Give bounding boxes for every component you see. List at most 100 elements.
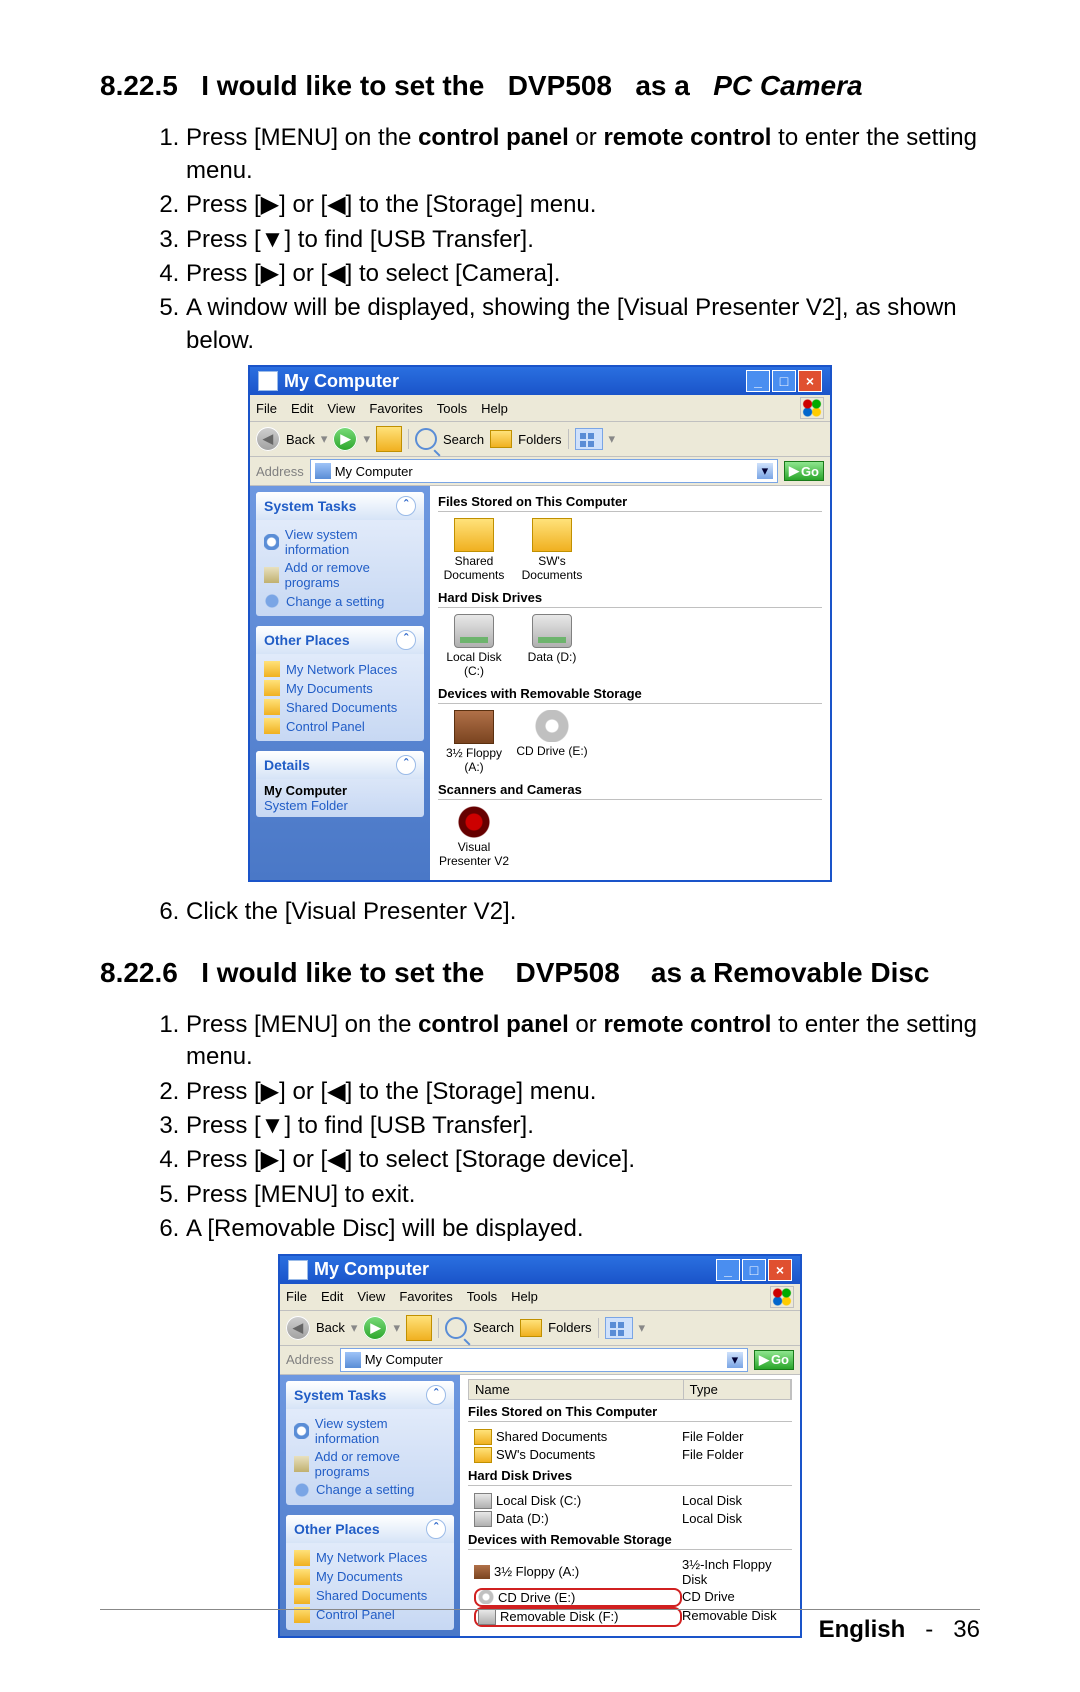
side-link[interactable]: My Network Places bbox=[264, 661, 416, 677]
floppy-icon bbox=[454, 710, 494, 744]
collapse-icon[interactable]: ˆ bbox=[396, 496, 416, 516]
address-bar[interactable]: Address My Computer ▾ ▶ Go bbox=[280, 1346, 800, 1375]
menu-item-edit[interactable]: Edit bbox=[291, 401, 313, 416]
side-link[interactable]: Shared Documents bbox=[264, 699, 416, 715]
menu-item-tools[interactable]: Tools bbox=[437, 401, 467, 416]
views-button[interactable] bbox=[575, 428, 603, 450]
menu-item-tools[interactable]: Tools bbox=[467, 1289, 497, 1304]
address-value: My Computer bbox=[365, 1352, 443, 1367]
table-row[interactable]: SW's DocumentsFile Folder bbox=[468, 1446, 792, 1464]
content-pane-details[interactable]: Name Type Files Stored on This Computer … bbox=[460, 1375, 800, 1636]
address-dropdown-icon[interactable]: ▾ bbox=[727, 1352, 743, 1368]
titlebar[interactable]: My Computer _ □ × bbox=[250, 367, 830, 395]
forward-button[interactable]: ▶ bbox=[333, 427, 357, 451]
list-header[interactable]: Name Type bbox=[468, 1379, 792, 1400]
step-item: Press [▼] to find [USB Transfer]. bbox=[186, 224, 980, 256]
side-link[interactable]: My Documents bbox=[264, 680, 416, 696]
menu-item-help[interactable]: Help bbox=[481, 401, 508, 416]
side-link[interactable]: Add or remove programs bbox=[294, 1449, 446, 1479]
menu-item-edit[interactable]: Edit bbox=[321, 1289, 343, 1304]
col-name[interactable]: Name bbox=[469, 1380, 684, 1399]
menu-bar[interactable]: File Edit View Favorites Tools Help bbox=[280, 1284, 800, 1311]
side-link[interactable]: View system information bbox=[264, 527, 416, 557]
go-button[interactable]: ▶ Go bbox=[754, 1350, 794, 1370]
sec-model: DVP508 bbox=[508, 70, 612, 101]
list-item[interactable]: Shared Documents bbox=[438, 518, 510, 582]
address-value: My Computer bbox=[335, 464, 413, 479]
toolbar[interactable]: ◀ Back ▾ ▶ ▾ Search Folders ▾ bbox=[250, 422, 830, 457]
table-row[interactable]: Data (D:)Local Disk bbox=[468, 1510, 792, 1528]
side-link[interactable]: My Documents bbox=[294, 1569, 446, 1585]
search-label[interactable]: Search bbox=[473, 1320, 514, 1335]
folders-label[interactable]: Folders bbox=[518, 432, 561, 447]
back-button[interactable]: ◀ bbox=[286, 1316, 310, 1340]
table-row[interactable]: 3½ Floppy (A:)3½-Inch Floppy Disk bbox=[468, 1556, 792, 1588]
address-bar[interactable]: Address My Computer ▾ ▶ Go bbox=[250, 457, 830, 486]
steps-8-22-5-cont: Click the [Visual Presenter V2]. bbox=[156, 896, 980, 928]
list-item[interactable]: Data (D:) bbox=[516, 614, 588, 678]
forward-button[interactable]: ▶ bbox=[363, 1316, 387, 1340]
maximize-button[interactable]: □ bbox=[772, 370, 796, 392]
side-link[interactable]: Add or remove programs bbox=[264, 560, 416, 590]
side-link[interactable]: Change a setting bbox=[264, 593, 416, 609]
table-row[interactable]: CD Drive (E:)CD Drive bbox=[468, 1588, 792, 1607]
side-link[interactable]: Change a setting bbox=[294, 1482, 446, 1498]
table-row[interactable]: Local Disk (C:)Local Disk bbox=[468, 1492, 792, 1510]
menu-item-view[interactable]: View bbox=[357, 1289, 385, 1304]
minimize-button[interactable]: _ bbox=[716, 1259, 740, 1281]
link-icon bbox=[294, 1569, 310, 1585]
back-label: Back bbox=[286, 432, 315, 447]
menu-item-file[interactable]: File bbox=[256, 401, 277, 416]
up-button[interactable] bbox=[376, 426, 402, 452]
content-pane[interactable]: Files Stored on This Computer Shared Doc… bbox=[430, 486, 830, 880]
back-button[interactable]: ◀ bbox=[256, 427, 280, 451]
minimize-button[interactable]: _ bbox=[746, 370, 770, 392]
list-item[interactable]: 3½ Floppy (A:) bbox=[438, 710, 510, 774]
side-link[interactable]: View system information bbox=[294, 1416, 446, 1446]
collapse-icon[interactable]: ˆ bbox=[396, 755, 416, 775]
menu-item-favorites[interactable]: Favorites bbox=[369, 401, 422, 416]
other-places-header[interactable]: Other Places bbox=[294, 1521, 380, 1537]
toolbar[interactable]: ◀ Back ▾ ▶ ▾ Search Folders ▾ bbox=[280, 1311, 800, 1346]
system-tasks-header[interactable]: System Tasks bbox=[264, 498, 356, 514]
drive-icon bbox=[454, 614, 494, 648]
list-item[interactable]: Visual Presenter V2 bbox=[438, 806, 510, 868]
address-dropdown-icon[interactable]: ▾ bbox=[757, 463, 773, 479]
titlebar[interactable]: My Computer _ □ × bbox=[280, 1256, 800, 1284]
address-label: Address bbox=[286, 1352, 334, 1367]
list-item[interactable]: SW's Documents bbox=[516, 518, 588, 582]
sec-model: DVP508 bbox=[515, 957, 619, 988]
close-button[interactable]: × bbox=[798, 370, 822, 392]
system-tasks-header[interactable]: System Tasks bbox=[294, 1387, 386, 1403]
go-button[interactable]: ▶ Go bbox=[784, 461, 824, 481]
list-item[interactable]: Local Disk (C:) bbox=[438, 614, 510, 678]
up-button[interactable] bbox=[406, 1315, 432, 1341]
search-label[interactable]: Search bbox=[443, 432, 484, 447]
menu-item-view[interactable]: View bbox=[327, 401, 355, 416]
close-button[interactable]: × bbox=[768, 1259, 792, 1281]
collapse-icon[interactable]: ˆ bbox=[396, 630, 416, 650]
row-icon bbox=[478, 1590, 494, 1604]
side-link[interactable]: Shared Documents bbox=[294, 1588, 446, 1604]
link-label: Change a setting bbox=[316, 1482, 414, 1497]
details-title: My Computer bbox=[264, 783, 416, 798]
collapse-icon[interactable]: ˆ bbox=[426, 1519, 446, 1539]
details-header[interactable]: Details bbox=[264, 757, 310, 773]
cd-icon bbox=[533, 710, 571, 742]
steps-8-22-6: Press [MENU] on the control panel or rem… bbox=[156, 1009, 980, 1246]
other-places-header[interactable]: Other Places bbox=[264, 632, 350, 648]
menu-item-help[interactable]: Help bbox=[511, 1289, 538, 1304]
col-type[interactable]: Type bbox=[684, 1380, 791, 1399]
list-item[interactable]: CD Drive (E:) bbox=[516, 710, 588, 774]
folders-label[interactable]: Folders bbox=[548, 1320, 591, 1335]
menu-item-favorites[interactable]: Favorites bbox=[399, 1289, 452, 1304]
views-button[interactable] bbox=[605, 1317, 633, 1339]
side-link[interactable]: My Network Places bbox=[294, 1550, 446, 1566]
menu-bar[interactable]: File Edit View Favorites Tools Help bbox=[250, 395, 830, 422]
maximize-button[interactable]: □ bbox=[742, 1259, 766, 1281]
table-row[interactable]: Shared DocumentsFile Folder bbox=[468, 1428, 792, 1446]
folder-icon bbox=[532, 518, 572, 552]
side-link[interactable]: Control Panel bbox=[264, 718, 416, 734]
menu-item-file[interactable]: File bbox=[286, 1289, 307, 1304]
collapse-icon[interactable]: ˆ bbox=[426, 1385, 446, 1405]
